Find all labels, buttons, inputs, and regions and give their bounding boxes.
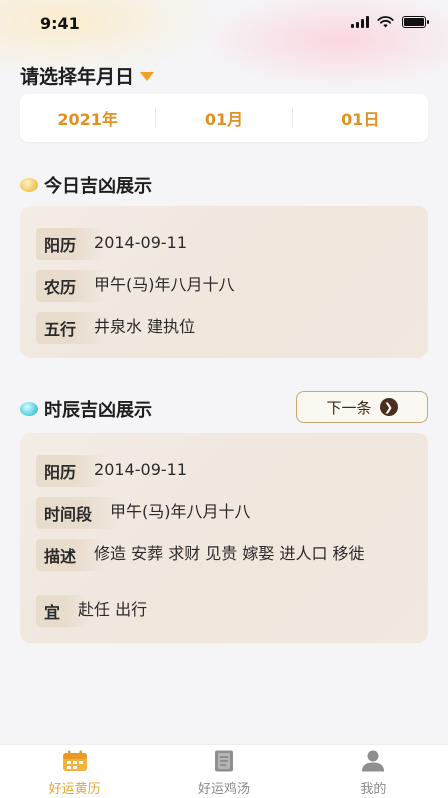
today-row-solar: 阳历 2014-09-11 xyxy=(36,228,187,260)
hour-row-period: 时间段 甲午(马)年八月十八 xyxy=(36,497,251,529)
caret-down-icon xyxy=(140,72,155,81)
date-picker: 2021年 01月 01日 xyxy=(20,94,428,142)
tab-inspiration[interactable]: 好运鸡汤 xyxy=(149,745,298,798)
row-value: 甲午(马)年八月十八 xyxy=(110,502,251,521)
status-bar: 9:41 xyxy=(0,0,448,46)
row-value: 井泉水 建执位 xyxy=(94,317,196,336)
teal-orb-icon xyxy=(20,402,38,416)
date-select-title-text: 请选择年月日 xyxy=(20,66,135,88)
today-row-wuxing: 五行 井泉水 建执位 xyxy=(36,312,196,344)
row-value: 修造 安葬 求财 见贵 嫁娶 进人口 移徙 xyxy=(94,544,365,563)
chevron-right-icon: ❯ xyxy=(379,398,398,416)
hour-card: 阳历 2014-09-11 时间段 甲午(马)年八月十八 描述 修造 安葬 求财… xyxy=(20,433,428,643)
yellow-orb-icon xyxy=(20,178,38,192)
cellular-signal-icon xyxy=(351,16,369,28)
month-selector[interactable]: 01月 xyxy=(156,106,291,130)
today-section-title-text: 今日吉凶展示 xyxy=(44,176,152,197)
today-section-title: 今日吉凶展示 xyxy=(20,172,152,198)
tab-label: 好运鸡汤 xyxy=(197,782,250,797)
row-value: 甲午(马)年八月十八 xyxy=(94,275,235,294)
bottom-tab-bar: 好运黄历 好运鸡汤 我的 xyxy=(0,744,448,798)
user-icon xyxy=(362,750,385,772)
tab-label: 我的 xyxy=(360,782,387,797)
today-row-lunar: 农历 甲午(马)年八月十八 xyxy=(36,270,235,302)
battery-icon xyxy=(402,16,429,28)
date-select-title[interactable]: 请选择年月日 xyxy=(20,62,155,89)
row-value: 赴任 出行 xyxy=(78,600,148,619)
next-item-label: 下一条 xyxy=(326,398,372,417)
year-selector[interactable]: 2021年 xyxy=(20,106,155,130)
today-card: 阳历 2014-09-11 农历 甲午(马)年八月十八 五行 井泉水 建执位 xyxy=(20,206,428,358)
wifi-icon xyxy=(377,16,394,28)
book-icon xyxy=(214,750,233,772)
next-item-button[interactable]: 下一条 ❯ xyxy=(296,391,428,423)
row-value: 2014-09-11 xyxy=(94,233,187,252)
hour-row-description: 描述 修造 安葬 求财 见贵 嫁娶 进人口 移徙 xyxy=(36,539,414,571)
row-value: 2014-09-11 xyxy=(94,460,187,479)
day-selector[interactable]: 01日 xyxy=(293,106,428,130)
calendar-icon xyxy=(62,750,87,771)
tab-profile[interactable]: 我的 xyxy=(299,745,448,798)
hour-section-title-text: 时辰吉凶展示 xyxy=(44,400,152,421)
status-icons xyxy=(351,16,429,28)
tab-label: 好运黄历 xyxy=(48,782,101,797)
tab-almanac[interactable]: 好运黄历 xyxy=(0,745,149,798)
status-time: 9:41 xyxy=(40,14,80,33)
hour-section-title: 时辰吉凶展示 xyxy=(20,396,152,422)
hour-row-suitable: 宜 赴任 出行 xyxy=(36,595,148,627)
hour-row-solar: 阳历 2014-09-11 xyxy=(36,455,187,487)
